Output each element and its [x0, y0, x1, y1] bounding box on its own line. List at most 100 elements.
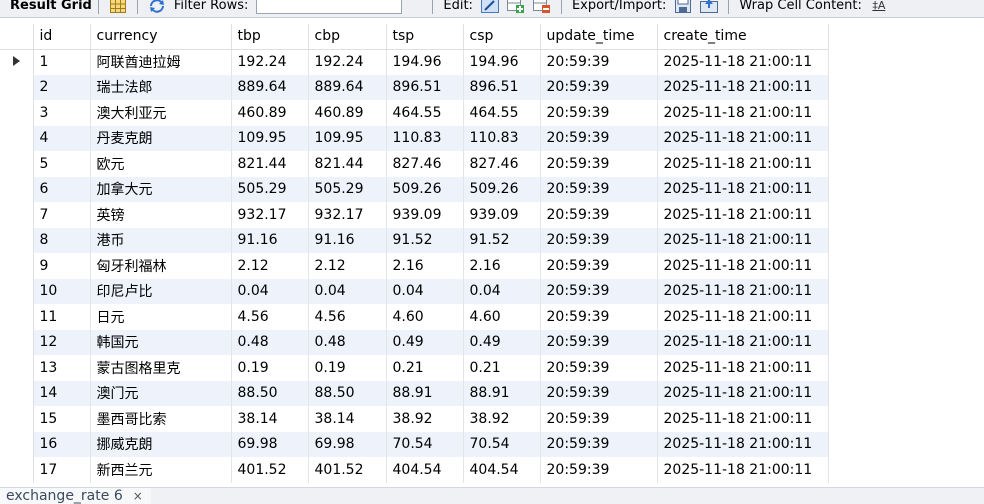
cell-tsp[interactable]: 939.09 [386, 202, 464, 228]
cell-update-time[interactable]: 20:59:39 [540, 125, 658, 151]
cell-currency[interactable]: 港币 [90, 227, 232, 253]
column-header-currency[interactable]: currency [90, 24, 232, 50]
cell-cbp[interactable]: 109.95 [308, 125, 387, 151]
cell-update-time[interactable]: 20:59:39 [540, 278, 658, 304]
table-row[interactable]: 3 澳大利亚元 460.89 460.89 464.55 464.55 20:59:39 20… [0, 100, 829, 126]
cell-currency[interactable]: 加拿大元 [90, 176, 232, 202]
cell-tsp[interactable]: 0.49 [386, 329, 464, 355]
row-selector[interactable] [0, 202, 34, 228]
filter-rows-input[interactable] [256, 0, 403, 14]
cell-currency[interactable]: 欧元 [90, 151, 232, 177]
cell-tsp[interactable]: 464.55 [386, 100, 464, 126]
cell-create-time[interactable]: 2025-11-18 21:00:11 [657, 457, 829, 483]
edit-row-icon[interactable] [480, 0, 500, 14]
table-row[interactable]: 17 新西兰元 401.52 401.52 404.54 404.54 20:59:39 20… [0, 457, 829, 483]
cell-tbp[interactable]: 2.12 [231, 253, 309, 279]
row-selector[interactable] [0, 151, 34, 177]
cell-tbp[interactable]: 821.44 [231, 151, 309, 177]
row-selector[interactable] [0, 253, 34, 279]
cell-tsp[interactable]: 827.46 [386, 151, 464, 177]
cell-id[interactable]: 6 [33, 176, 91, 202]
cell-tbp[interactable]: 932.17 [231, 202, 309, 228]
cell-currency[interactable]: 匈牙利福林 [90, 253, 232, 279]
cell-create-time[interactable]: 2025-11-18 21:00:11 [657, 151, 829, 177]
column-header-cbp[interactable]: cbp [308, 24, 387, 50]
cell-tbp[interactable]: 0.19 [231, 355, 309, 381]
cell-id[interactable]: 10 [33, 278, 91, 304]
cell-create-time[interactable]: 2025-11-18 21:00:11 [657, 355, 829, 381]
row-selector[interactable] [0, 49, 34, 75]
table-row[interactable]: 1 阿联酋迪拉姆 192.24 192.24 194.96 194.96 20:59:39 2… [0, 49, 829, 75]
cell-cbp[interactable]: 192.24 [308, 49, 387, 75]
table-row[interactable]: 4 丹麦克朗 109.95 109.95 110.83 110.83 20:59:39 202… [0, 125, 829, 151]
table-row[interactable]: 9 匈牙利福林 2.12 2.12 2.16 2.16 20:59:39 2025-11-18… [0, 253, 829, 279]
column-header-id[interactable]: id [33, 24, 91, 50]
row-selector[interactable] [0, 227, 34, 253]
result-tab[interactable]: exchange_rate 6 × [0, 488, 151, 504]
cell-create-time[interactable]: 2025-11-18 21:00:11 [657, 176, 829, 202]
cell-currency[interactable]: 瑞士法郎 [90, 74, 232, 100]
cell-tsp[interactable]: 404.54 [386, 457, 464, 483]
cell-update-time[interactable]: 20:59:39 [540, 431, 658, 457]
cell-create-time[interactable]: 2025-11-18 21:00:11 [657, 202, 829, 228]
cell-id[interactable]: 5 [33, 151, 91, 177]
table-row[interactable]: 2 瑞士法郎 889.64 889.64 896.51 896.51 20:59:39 202… [0, 74, 829, 100]
cell-csp[interactable]: 464.55 [463, 100, 541, 126]
cell-update-time[interactable]: 20:59:39 [540, 74, 658, 100]
cell-tsp[interactable]: 38.92 [386, 406, 464, 432]
cell-currency[interactable]: 澳门元 [90, 380, 232, 406]
cell-update-time[interactable]: 20:59:39 [540, 227, 658, 253]
cell-create-time[interactable]: 2025-11-18 21:00:11 [657, 253, 829, 279]
table-row[interactable]: 10 印尼卢比 0.04 0.04 0.04 0.04 20:59:39 2025-11-18… [0, 278, 829, 304]
cell-create-time[interactable]: 2025-11-18 21:00:11 [657, 49, 829, 75]
cell-create-time[interactable]: 2025-11-18 21:00:11 [657, 329, 829, 355]
row-selector[interactable] [0, 278, 34, 304]
cell-create-time[interactable]: 2025-11-18 21:00:11 [657, 74, 829, 100]
table-row[interactable]: 14 澳门元 88.50 88.50 88.91 88.91 20:59:39 2025-11… [0, 380, 829, 406]
cell-csp[interactable]: 404.54 [463, 457, 541, 483]
cell-csp[interactable]: 827.46 [463, 151, 541, 177]
cell-csp[interactable]: 88.91 [463, 380, 541, 406]
cell-cbp[interactable]: 91.16 [308, 227, 387, 253]
cell-id[interactable]: 14 [33, 380, 91, 406]
cell-tbp[interactable]: 109.95 [231, 125, 309, 151]
cell-csp[interactable]: 2.16 [463, 253, 541, 279]
cell-currency[interactable]: 澳大利亚元 [90, 100, 232, 126]
table-row[interactable]: 11 日元 4.56 4.56 4.60 4.60 20:59:39 2025-11-18 2… [0, 304, 829, 330]
table-row[interactable]: 12 韩国元 0.48 0.48 0.49 0.49 20:59:39 2025-11-18 … [0, 329, 829, 355]
cell-tbp[interactable]: 401.52 [231, 457, 309, 483]
cell-currency[interactable]: 新西兰元 [90, 457, 232, 483]
cell-tbp[interactable]: 889.64 [231, 74, 309, 100]
import-icon[interactable] [699, 0, 719, 14]
cell-csp[interactable]: 509.26 [463, 176, 541, 202]
column-header-update-time[interactable]: update_time [540, 24, 658, 50]
cell-csp[interactable]: 0.49 [463, 329, 541, 355]
table-row[interactable]: 6 加拿大元 505.29 505.29 509.26 509.26 20:59:39 202… [0, 176, 829, 202]
cell-update-time[interactable]: 20:59:39 [540, 151, 658, 177]
wrap-cell-icon[interactable]: ‡A [869, 0, 889, 14]
cell-cbp[interactable]: 460.89 [308, 100, 387, 126]
cell-tsp[interactable]: 70.54 [386, 431, 464, 457]
row-selector[interactable] [0, 329, 34, 355]
row-selector[interactable] [0, 125, 34, 151]
table-row[interactable]: 5 欧元 821.44 821.44 827.46 827.46 20:59:39 2025-… [0, 151, 829, 177]
cell-currency[interactable]: 墨西哥比索 [90, 406, 232, 432]
cell-cbp[interactable]: 0.19 [308, 355, 387, 381]
column-header-tbp[interactable]: tbp [231, 24, 309, 50]
cell-tbp[interactable]: 38.14 [231, 406, 309, 432]
cell-tbp[interactable]: 4.56 [231, 304, 309, 330]
row-selector[interactable] [0, 380, 34, 406]
cell-update-time[interactable]: 20:59:39 [540, 49, 658, 75]
column-header-tsp[interactable]: tsp [386, 24, 464, 50]
cell-cbp[interactable]: 4.56 [308, 304, 387, 330]
cell-currency[interactable]: 印尼卢比 [90, 278, 232, 304]
cell-update-time[interactable]: 20:59:39 [540, 100, 658, 126]
cell-tbp[interactable]: 0.04 [231, 278, 309, 304]
column-header-csp[interactable]: csp [463, 24, 541, 50]
cell-cbp[interactable]: 505.29 [308, 176, 387, 202]
add-row-icon[interactable] [506, 0, 526, 14]
cell-tbp[interactable]: 460.89 [231, 100, 309, 126]
cell-tbp[interactable]: 88.50 [231, 380, 309, 406]
cell-currency[interactable]: 阿联酋迪拉姆 [90, 49, 232, 75]
table-row[interactable]: 7 英镑 932.17 932.17 939.09 939.09 20:59:39 2025-… [0, 202, 829, 228]
